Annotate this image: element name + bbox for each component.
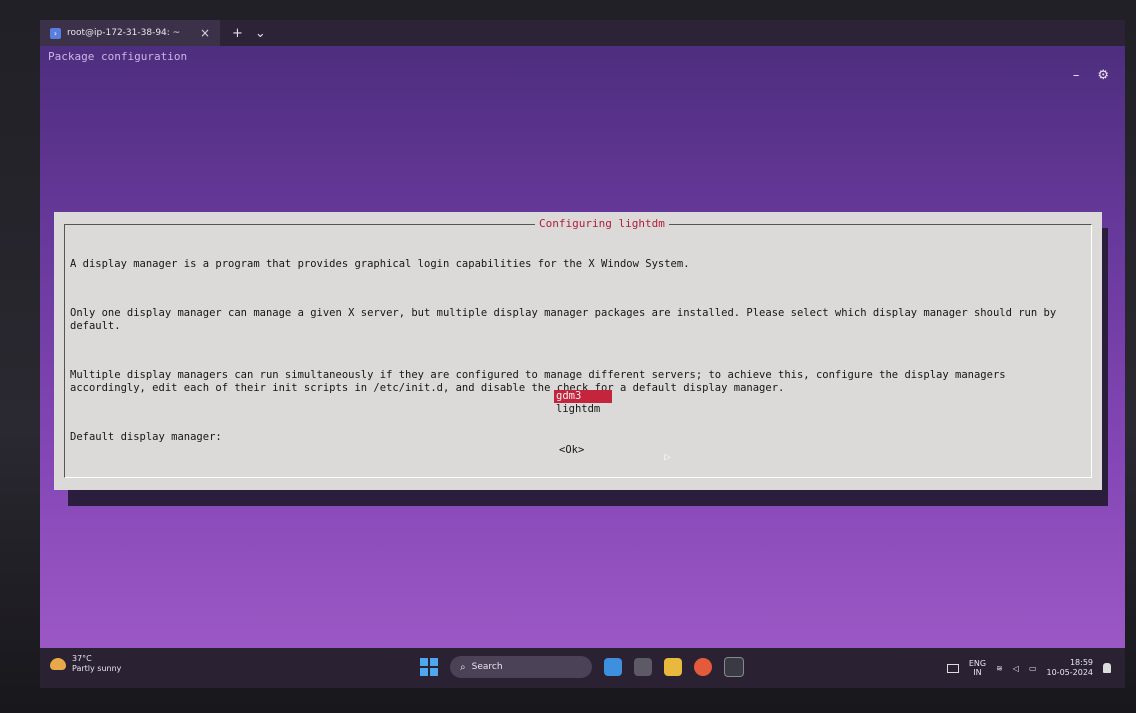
- dialog-paragraph: A display manager is a program that prov…: [70, 258, 690, 270]
- taskbar: 37°C Partly sunny ⌕ Search ENG IN ≋ ◁ ▭ …: [40, 648, 1125, 688]
- gear-icon[interactable]: ⚙: [1097, 68, 1109, 83]
- clock-date: 10-05-2024: [1046, 668, 1094, 677]
- clock[interactable]: 18:59 10-05-2024: [1047, 658, 1094, 678]
- partly-sunny-icon: [50, 658, 66, 670]
- volume-icon[interactable]: ◁: [1013, 664, 1019, 673]
- display-manager-options: gdm3 lightdm: [554, 390, 612, 416]
- notification-bell-icon[interactable]: [1103, 663, 1111, 673]
- system-tray: ENG IN ≋ ◁ ▭ 18:59 10-05-2024: [946, 658, 1111, 678]
- terminal-app-icon[interactable]: [724, 657, 744, 677]
- taskbar-apps: ⌕ Search: [420, 656, 744, 678]
- dialog-paragraph: Only one display manager can manage a gi…: [70, 307, 1063, 332]
- configure-dialog: Configuring lightdm A display manager is…: [54, 212, 1102, 490]
- close-icon[interactable]: ×: [200, 26, 210, 40]
- battery-icon[interactable]: ▭: [1029, 664, 1037, 673]
- clock-time: 18:59: [1069, 658, 1093, 667]
- search-icon: ⌕: [460, 661, 466, 673]
- weather-temp: 37°C: [72, 654, 92, 663]
- terminal-tab-bar: › root@ip-172-31-38-94: ~ × + ⌄: [40, 20, 1125, 46]
- option-lightdm[interactable]: lightdm: [554, 403, 612, 416]
- weather-desc: Partly sunny: [72, 664, 122, 673]
- keyboard-icon[interactable]: [946, 663, 959, 673]
- file-explorer-icon[interactable]: [664, 658, 682, 676]
- ok-button[interactable]: <Ok>: [559, 444, 584, 456]
- window-controls: – ⚙: [1073, 68, 1109, 83]
- option-gdm3[interactable]: gdm3: [554, 390, 612, 403]
- dialog-body: A display manager is a program that prov…: [70, 232, 1086, 480]
- widgets-app-icon[interactable]: [604, 658, 622, 676]
- minimize-button[interactable]: –: [1073, 68, 1080, 83]
- wifi-icon[interactable]: ≋: [996, 664, 1003, 673]
- package-configuration-header: Package configuration: [48, 50, 188, 63]
- taskbar-search[interactable]: ⌕ Search: [450, 656, 592, 678]
- chevron-down-icon[interactable]: ⌄: [255, 26, 266, 41]
- lang-top: ENG: [968, 659, 987, 668]
- language-indicator[interactable]: ENG IN: [969, 659, 986, 677]
- task-view-icon[interactable]: [634, 658, 652, 676]
- terminal-tab[interactable]: › root@ip-172-31-38-94: ~ ×: [40, 20, 220, 46]
- new-tab-button[interactable]: +: [232, 26, 243, 41]
- default-display-manager-prompt: Default display manager:: [70, 431, 222, 443]
- terminal-icon: ›: [50, 27, 61, 39]
- windows-start-icon[interactable]: [420, 658, 438, 676]
- screen: › root@ip-172-31-38-94: ~ × + ⌄ Package …: [40, 20, 1125, 688]
- dialog-title: Configuring lightdm: [535, 217, 669, 230]
- monitor-bezel: › root@ip-172-31-38-94: ~ × + ⌄ Package …: [0, 0, 1136, 713]
- search-label: Search: [471, 662, 503, 672]
- lang-bottom: IN: [973, 668, 982, 677]
- mouse-cursor-icon: ▷: [664, 450, 671, 463]
- tab-title: root@ip-172-31-38-94: ~: [67, 28, 181, 38]
- weather-widget[interactable]: 37°C Partly sunny: [50, 654, 121, 674]
- chrome-icon[interactable]: [694, 658, 712, 676]
